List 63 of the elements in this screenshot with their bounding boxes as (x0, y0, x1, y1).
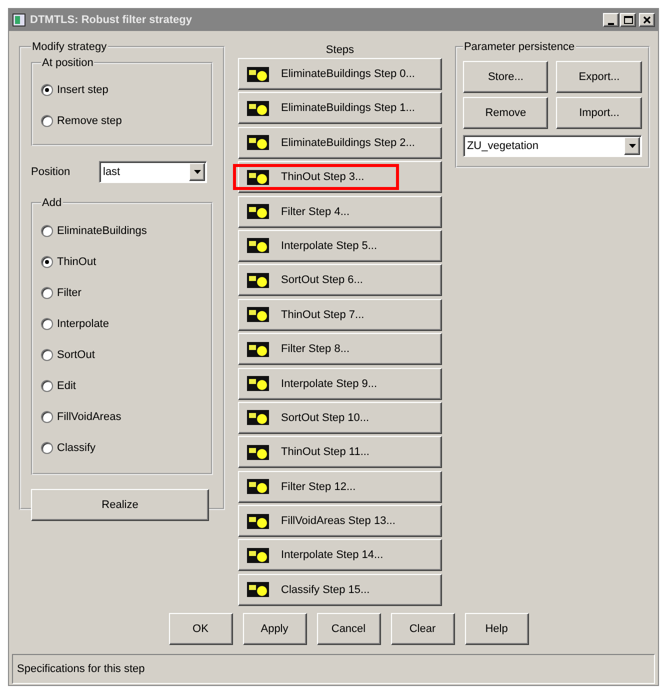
step-button[interactable]: SortOut Step 10... (238, 402, 442, 434)
caret-icon (194, 170, 200, 174)
realize-button[interactable]: Realize (31, 489, 209, 521)
radio-label[interactable]: SortOut (57, 348, 95, 360)
step-button[interactable]: FillVoidAreas Step 13... (238, 505, 442, 538)
radio-label[interactable]: ThinOut (57, 256, 96, 268)
group-title: Parameter persistence (462, 41, 576, 53)
radio-button[interactable] (41, 348, 53, 360)
preset-dropdown[interactable]: ZU_vegetation (462, 135, 642, 157)
step-button[interactable]: EliminateBuildings Step 2... (238, 126, 442, 159)
step-button[interactable]: SortOut Step 6... (238, 264, 442, 296)
persistence-button[interactable]: Import... (556, 97, 642, 129)
minimize-button[interactable] (603, 13, 619, 27)
app-icon (12, 13, 26, 27)
radio-button[interactable] (41, 442, 53, 454)
radio-button[interactable] (41, 410, 53, 422)
radio-label[interactable]: Edit (57, 380, 76, 392)
dialog-button[interactable]: Help (464, 613, 528, 646)
persistence-button[interactable]: Remove (462, 97, 548, 129)
radio-label[interactable]: Filter (57, 286, 82, 298)
step-button[interactable]: Filter Step 12... (238, 470, 442, 503)
dialog-button[interactable]: Apply (242, 613, 306, 646)
radio-label[interactable]: Interpolate (57, 318, 109, 330)
group-title: At position (41, 57, 94, 69)
step-button[interactable]: EliminateBuildings Step 1... (238, 92, 442, 124)
radio-button[interactable] (41, 114, 53, 126)
maximize-button[interactable] (620, 13, 636, 27)
step-button[interactable]: Interpolate Step 9... (238, 368, 442, 400)
step-button[interactable]: Interpolate Step 5... (238, 230, 442, 262)
dialog-button[interactable]: OK (168, 613, 232, 646)
dialog-button[interactable]: Clear (390, 613, 454, 646)
caret-icon (628, 144, 636, 148)
position-dropdown[interactable]: last (99, 161, 207, 183)
close-icon (643, 16, 651, 24)
position-label: Position (31, 166, 72, 178)
steps-title: Steps (324, 43, 356, 58)
step-button[interactable]: Filter Step 8... (238, 333, 442, 366)
group-title: Modify strategy (31, 41, 108, 53)
persistence-button[interactable]: Export... (556, 61, 642, 93)
radio-label[interactable]: Classify (57, 442, 96, 454)
dialog-button[interactable]: Cancel (316, 613, 380, 646)
step-button[interactable]: Interpolate Step 14... (238, 539, 442, 572)
step-button[interactable]: ThinOut Step 11... (238, 436, 442, 468)
step-button[interactable]: ThinOut Step 7... (238, 298, 442, 331)
radio-label[interactable]: EliminateBuildings (57, 224, 147, 236)
radio-button[interactable] (41, 318, 53, 330)
step-button[interactable]: EliminateBuildings Step 0... (238, 58, 442, 90)
step-button[interactable]: Classify Step 15... (238, 574, 442, 606)
radio-label[interactable]: Remove step (57, 114, 122, 126)
radio-label[interactable]: FillVoidAreas (57, 410, 122, 422)
radio-button[interactable] (41, 256, 53, 268)
radio-button[interactable] (41, 84, 53, 96)
window-title: DTMTLS: Robust filter strategy (30, 14, 193, 26)
group-title: Add (41, 197, 63, 209)
close-button[interactable] (639, 13, 655, 27)
status-text: Specifications for this step (17, 663, 145, 676)
radio-button[interactable] (41, 224, 53, 236)
radio-button[interactable] (41, 286, 53, 298)
radio-label[interactable]: Insert step (57, 84, 108, 96)
persistence-button[interactable]: Store... (462, 61, 548, 93)
maximize-icon (624, 16, 632, 24)
step-button[interactable]: Filter Step 4... (238, 196, 442, 228)
radio-button[interactable] (41, 380, 53, 392)
